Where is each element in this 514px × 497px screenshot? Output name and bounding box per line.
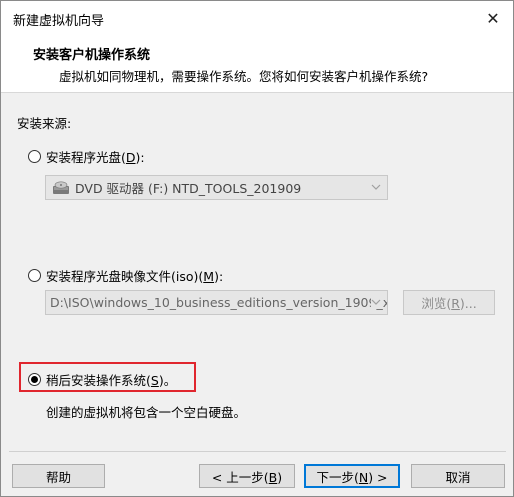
- option-later-label: 稍后安装操作系统(S)。: [46, 373, 177, 388]
- back-button-label: < 上一步(B): [211, 469, 283, 485]
- next-button-label: 下一步(N) >: [316, 469, 388, 485]
- browse-button[interactable]: 浏览(R)...: [403, 290, 495, 315]
- disc-drive-select[interactable]: DVD 驱动器 (F:) NTD_TOOLS_201909: [45, 175, 388, 200]
- option-iso-image[interactable]: 安装程序光盘映像文件(iso)(M):: [28, 266, 223, 285]
- footer-divider: [9, 451, 506, 452]
- blank-disk-note: 创建的虚拟机将包含一个空白硬盘。: [46, 405, 247, 420]
- close-icon: ✕: [486, 8, 500, 28]
- chevron-down-icon: [371, 296, 381, 308]
- new-vm-wizard-dialog: 新建虚拟机向导 ✕ 安装客户机操作系统 虚拟机如同物理机，需要操作系统。您将如何…: [0, 0, 514, 497]
- install-source-label: 安装来源:: [17, 116, 72, 131]
- page-subtitle: 虚拟机如同物理机，需要操作系统。您将如何安装客户机操作系统?: [59, 69, 429, 84]
- option-installer-disc[interactable]: 安装程序光盘(D):: [28, 147, 145, 166]
- cancel-button[interactable]: 取消: [411, 464, 505, 488]
- page-title: 安装客户机操作系统: [33, 48, 151, 63]
- next-button[interactable]: 下一步(N) >: [304, 464, 400, 488]
- iso-path-value: D:\ISO\windows_10_business_editions_vers…: [50, 295, 388, 310]
- radio-iso-image[interactable]: [28, 269, 41, 282]
- disc-drive-value: DVD 驱动器 (F:) NTD_TOOLS_201909: [75, 181, 302, 196]
- chevron-down-icon: [371, 184, 381, 190]
- close-button[interactable]: ✕: [479, 5, 507, 31]
- help-button[interactable]: 帮助: [12, 464, 105, 488]
- radio-install-later[interactable]: [28, 373, 41, 386]
- option-iso-label: 安装程序光盘映像文件(iso)(M):: [46, 269, 224, 284]
- iso-path-select[interactable]: D:\ISO\windows_10_business_editions_vers…: [45, 290, 388, 315]
- title-bar: 新建虚拟机向导 ✕: [1, 1, 513, 35]
- help-button-label: 帮助: [45, 469, 71, 485]
- window-title: 新建虚拟机向导: [13, 14, 105, 29]
- cancel-button-label: 取消: [445, 469, 471, 485]
- dvd-drive-icon: [52, 180, 70, 195]
- wizard-header: 安装客户机操作系统 虚拟机如同物理机，需要操作系统。您将如何安装客户机操作系统?: [1, 35, 513, 93]
- option-install-later[interactable]: 稍后安装操作系统(S)。: [28, 370, 176, 389]
- radio-installer-disc[interactable]: [28, 150, 41, 163]
- option-disc-label: 安装程序光盘(D):: [46, 150, 145, 165]
- browse-button-label: 浏览(R)...: [421, 296, 477, 311]
- back-button[interactable]: < 上一步(B): [199, 464, 295, 488]
